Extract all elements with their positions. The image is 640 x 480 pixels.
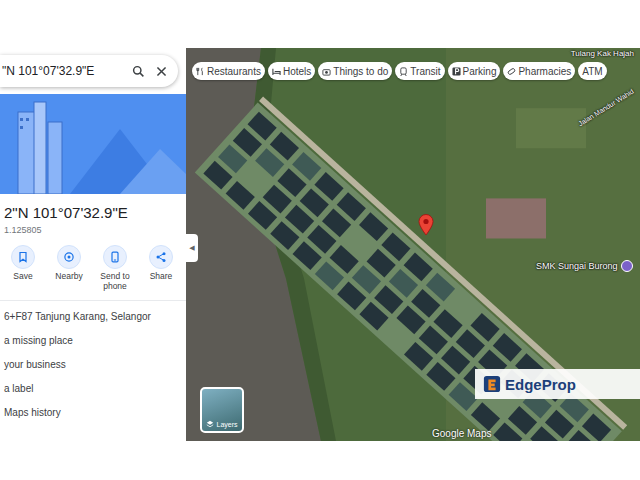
details-item[interactable]: your business [0, 353, 186, 377]
place-title: 2"N 101°07'32.9"E [4, 204, 180, 221]
google-maps-logo: Google Maps [432, 428, 491, 439]
category-chip[interactable]: Things to do [318, 62, 392, 80]
parking-icon [452, 67, 461, 76]
phone-icon [109, 251, 121, 263]
details-list: 6+F87 Tanjung Karang, Selangora missing … [0, 301, 186, 425]
details-item[interactable]: 6+F87 Tanjung Karang, Selangor [0, 305, 186, 329]
place-photo [0, 94, 186, 194]
search-query[interactable]: "N 101°07'32.9"E [2, 64, 122, 78]
nearby-icon [63, 251, 75, 263]
search-box[interactable]: "N 101°07'32.9"E [0, 55, 178, 87]
category-chip[interactable]: Hotels [268, 62, 315, 80]
train-icon [399, 67, 408, 76]
search-icon[interactable] [132, 65, 145, 78]
fork-knife-icon [196, 67, 205, 76]
category-chip[interactable]: Transit [395, 62, 444, 80]
bed-icon [272, 67, 281, 76]
details-item[interactable]: a label [0, 377, 186, 401]
pharmacy-icon [507, 67, 516, 76]
collapse-panel-button[interactable]: ◀ [186, 234, 198, 262]
share-icon [155, 251, 167, 263]
map-label[interactable]: SMK Sungai Burong [536, 260, 633, 272]
edgeprop-logo-icon [483, 375, 501, 393]
layers-icon [206, 420, 214, 428]
category-chip[interactable]: ATM [578, 62, 606, 80]
details-item[interactable]: Maps history [0, 401, 186, 425]
close-icon[interactable] [155, 65, 168, 78]
category-chip[interactable]: Parking [448, 62, 501, 80]
category-chip[interactable]: Pharmacies [503, 62, 575, 80]
bookmark-icon [17, 251, 29, 263]
action-button[interactable]: Share [142, 245, 180, 292]
camera-icon [322, 67, 331, 76]
map-view[interactable]: RestaurantsHotelsThings to doTransitPark… [186, 48, 640, 441]
edgeprop-watermark: EdgeProp [475, 369, 640, 399]
action-row: SaveNearbySend to phoneShare [0, 239, 186, 301]
action-button[interactable]: Save [4, 245, 42, 292]
category-chip[interactable]: Restaurants [192, 62, 265, 80]
skyline-icon [0, 94, 186, 194]
category-chips: RestaurantsHotelsThings to doTransitPark… [192, 62, 607, 80]
action-button[interactable]: Nearby [50, 245, 88, 292]
map-label[interactable]: Tulang Kak Hajah [571, 49, 634, 58]
school-icon [621, 260, 633, 272]
coordinates: 1.125805 [4, 225, 180, 235]
action-button[interactable]: Send to phone [96, 245, 134, 292]
details-item[interactable]: a missing place [0, 329, 186, 353]
location-pin-icon[interactable] [418, 214, 434, 236]
side-panel: "N 101°07'32.9"E 2"N 101°07'32.9"E 1.12580… [0, 48, 186, 441]
layers-button[interactable]: Layers [200, 387, 244, 433]
